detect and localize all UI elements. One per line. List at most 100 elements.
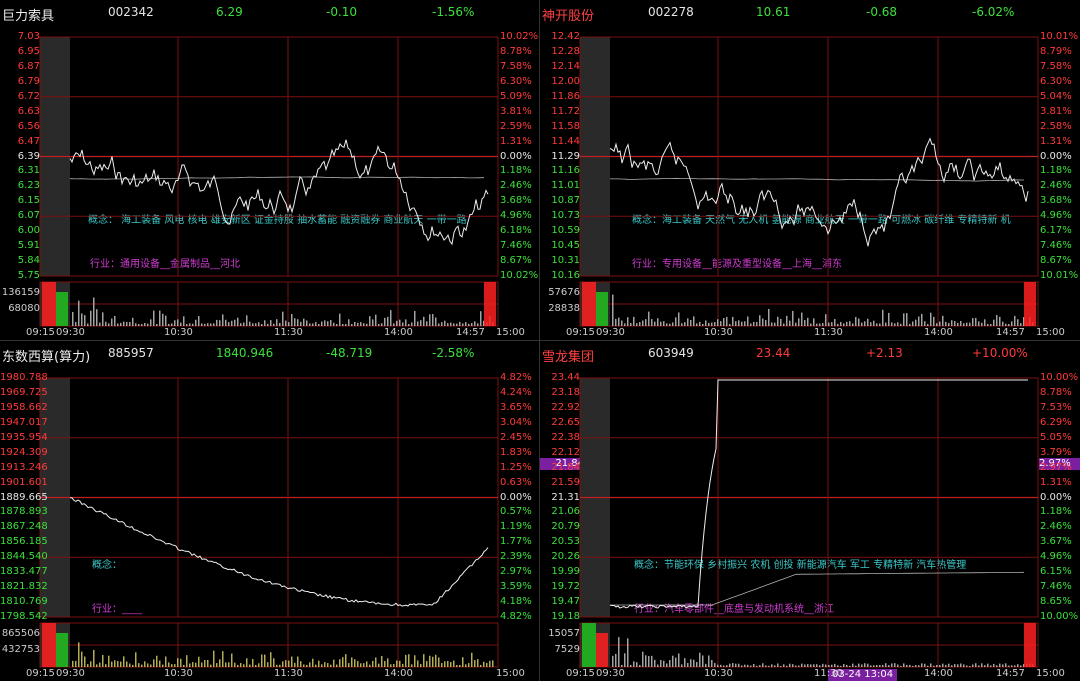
y-axis-pct-label: 6.17% [1040,225,1072,237]
y-axis-price-label: 11.58 [551,120,580,132]
y-axis-price-label: 1924.309 [0,446,48,458]
y-axis-price-label: 10.16 [551,270,580,281]
y-axis-pct-label: 3.04% [500,416,532,428]
y-axis-pct-label: 0.00% [500,491,532,503]
time-axis-label: 14:57 [996,327,1025,338]
time-axis-label: 14:57 [996,668,1025,679]
time-axis-label: 15:00 [1036,668,1065,679]
y-axis-price-label: 1969.725 [0,386,48,398]
y-axis-price-label: 12.28 [551,45,580,57]
time-axis-label: 11:30 [274,668,303,679]
y-axis-price-label: 5.84 [17,255,40,267]
y-axis-price-label: 12.00 [551,75,580,87]
y-axis-pct-label: 6.29% [1040,416,1072,428]
y-axis-price-label: 7.03 [17,31,40,42]
time-axis-label: 15:00 [496,668,525,679]
y-axis-price-label: 10.59 [551,225,580,237]
chart-panel-2[interactable]: 神开股份 002278 10.61 -0.68 -6.02% 概念：海工装备 天… [540,0,1080,340]
time-axis-label: 09:30 [596,327,625,338]
y-axis-price-label: 6.15 [17,195,40,207]
y-axis-pct-label: 0.00% [500,150,532,162]
chart-canvas [39,377,499,668]
y-axis-price-label: 21.84 [551,461,580,473]
y-axis-pct-label: 1.25% [500,461,532,473]
y-axis-pct-label: 2.58% [1040,120,1072,132]
y-axis-pct-label: 7.46% [1040,581,1072,593]
y-axis-pct-label: 10.00% [1040,372,1079,383]
time-axis-label: 10:30 [164,668,193,679]
time-axis-label: 15:00 [1036,327,1065,338]
y-axis-pct-label: 6.30% [1040,75,1072,87]
y-axis-pct-label: 1.83% [500,446,532,458]
time-axis-label: 09:30 [56,668,85,679]
y-axis-pct-label: 0.63% [500,476,532,488]
y-axis-pct-label: 1.31% [1040,476,1072,488]
panel-divider [0,340,1080,341]
y-axis-price-label: 1935.954 [0,431,48,443]
chart-canvas [579,377,1039,668]
y-axis-pct-label: 1.77% [500,536,532,548]
y-axis-pct-label: 10.01% [1040,31,1079,42]
y-axis-pct-label: 0.00% [1040,150,1072,162]
y-axis-pct-label: 2.45% [500,431,532,443]
y-axis-pct-label: 7.46% [1040,240,1072,252]
y-axis-price-label: 1901.601 [0,476,48,488]
time-axis-label: 11:30 [274,327,303,338]
y-axis-price-label: 21.59 [551,476,580,488]
y-axis-price-label: 22.38 [551,431,580,443]
y-axis-pct-label: 2.59% [500,120,532,132]
volume-axis-label: 15057 [548,628,580,639]
y-axis-pct-label: 6.30% [500,75,532,87]
y-axis-price-label: 19.99 [551,566,580,578]
volume-axis-label: 57676 [548,287,580,298]
y-axis-pct-label: 3.81% [500,105,532,117]
y-axis-pct-label: 2.39% [500,551,532,563]
time-axis-label: 09:15 [26,327,55,338]
y-axis-price-label: 1856.185 [0,536,48,548]
chart-panel-1[interactable]: 巨力索具 002342 6.29 -0.10 -1.56% 概念： 海工装备 风… [0,0,540,340]
y-axis-pct-label: 6.15% [1040,566,1072,578]
y-axis-price-label: 22.92 [551,401,580,413]
y-axis-pct-label: 3.68% [500,195,532,207]
y-axis-pct-label: 10.01% [1040,270,1079,281]
y-axis-pct-label: 4.24% [500,386,532,398]
y-axis-pct-label: 8.67% [500,255,532,267]
y-axis-price-label: 6.39 [17,150,40,162]
y-axis-price-label: 19.18 [551,611,580,622]
time-axis-label: 15:00 [496,327,525,338]
time-axis-label: 14:00 [384,668,413,679]
y-axis-price-label: 11.29 [551,150,580,162]
y-axis-price-label: 22.12 [551,446,580,458]
y-axis-pct-label: 4.82% [500,372,532,383]
y-axis-pct-label: 2.97% [1040,461,1072,473]
y-axis-price-label: 20.26 [551,551,580,563]
y-axis-pct-label: 2.46% [1040,521,1072,533]
y-axis-price-label: 1844.540 [0,551,48,563]
y-axis-price-label: 6.63 [17,105,40,117]
y-axis-price-label: 1980.788 [0,372,48,383]
y-axis-price-label: 6.56 [17,120,40,132]
time-axis-label: 10:30 [704,327,733,338]
y-axis-pct-label: 7.53% [1040,401,1072,413]
chart-canvas [39,36,499,327]
time-axis-label: 10:30 [164,327,193,338]
y-axis-pct-label: 0.00% [1040,491,1072,503]
time-axis-label: 14:00 [924,668,953,679]
y-axis-price-label: 6.72 [17,90,40,102]
y-axis-price-label: 19.47 [551,596,580,608]
y-axis-pct-label: 5.04% [1040,90,1072,102]
y-axis-pct-label: 2.46% [1040,180,1072,192]
time-axis-label: 11:30 [814,327,843,338]
y-axis-pct-label: 3.68% [1040,195,1072,207]
chart-panel-4[interactable]: 雪龙集团 603949 23.44 +2.13 +10.00% 概念：节能环保 … [540,341,1080,681]
y-axis-pct-label: 5.09% [500,90,532,102]
y-axis-price-label: 6.31 [17,165,40,177]
volume-axis-label: 28838 [548,303,580,314]
y-axis-price-label: 1867.248 [0,521,48,533]
chart-panel-3[interactable]: 东数西算(算力) 885957 1840.946 -48.719 -2.58% … [0,341,540,681]
y-axis-pct-label: 3.59% [500,581,532,593]
volume-axis-label: 7529 [554,644,580,655]
y-axis-pct-label: 3.67% [1040,536,1072,548]
y-axis-pct-label: 3.79% [1040,446,1072,458]
volume-axis-label: 865506 [1,628,40,639]
